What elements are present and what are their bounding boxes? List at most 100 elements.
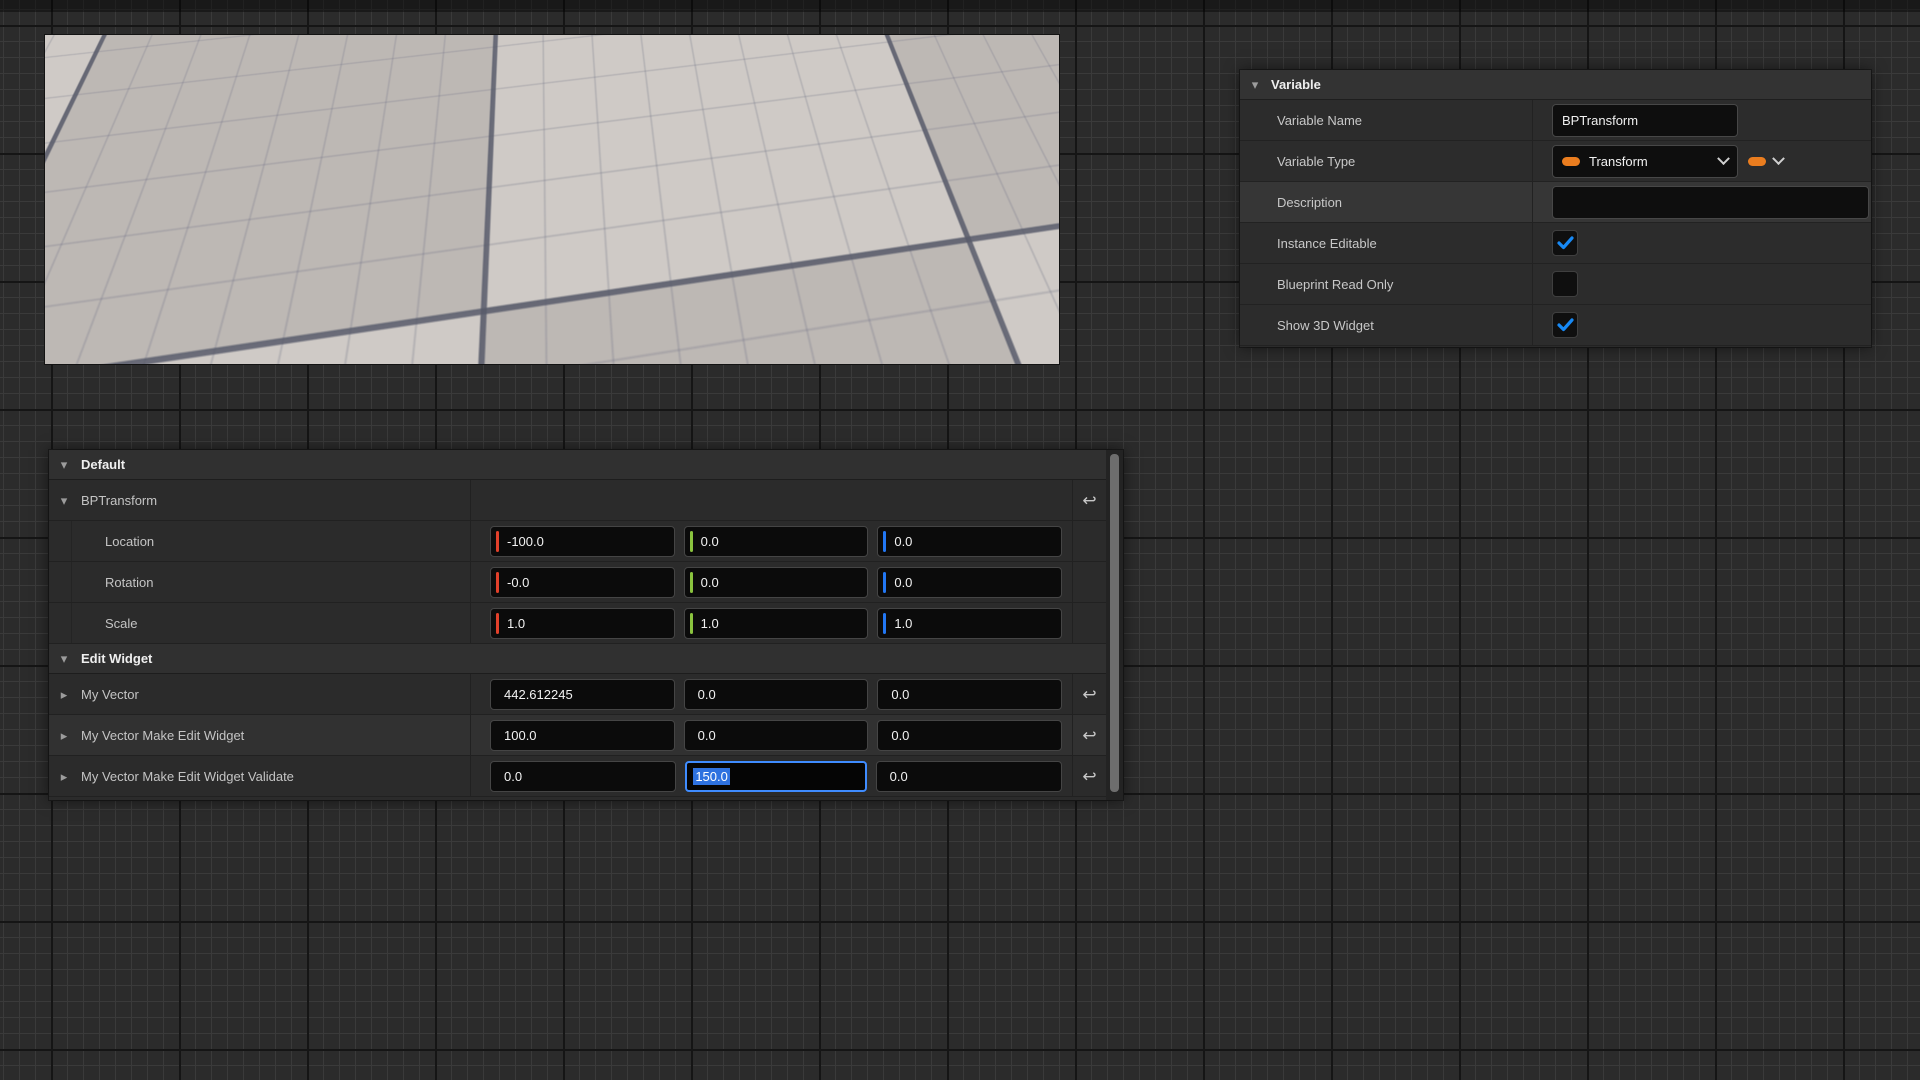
scale-row: Scale 1.0 1.0 1.0 [49,603,1106,644]
reset-bp-transform-button[interactable]: ↩ [1072,480,1106,520]
rotation-x-field[interactable]: -0.0 [490,567,675,598]
sprite-billboard[interactable] [392,88,553,220]
location-label: Location [49,521,471,561]
variable-name-row: Variable Name [1240,100,1871,141]
z-axis-accent [883,531,886,552]
my-vector-row: ▸ My Vector 442.612245 0.0 0.0 ↩ [49,674,1106,715]
container-type-dropdown[interactable] [1748,157,1783,166]
scale-z-field[interactable]: 1.0 [877,608,1062,639]
mvmewv-z-field[interactable]: 0.0 [876,761,1062,792]
details-scrollbar-thumb[interactable] [1110,454,1119,792]
my-vector-make-edit-widget-validate-row: ▸ My Vector Make Edit Widget Validate 0.… [49,756,1106,797]
rotation-z-field[interactable]: 0.0 [877,567,1062,598]
mvmew-x-field[interactable]: 100.0 [490,720,675,751]
description-input[interactable] [1552,186,1869,219]
x-axis-accent [496,613,499,634]
bp-transform-label: BPTransform [81,493,157,508]
variable-details-panel: ▾ Variable Variable Name Variable Type T… [1240,70,1871,347]
location-y-field[interactable]: 0.0 [684,526,869,557]
variable-type-dropdown[interactable]: Transform [1552,145,1738,178]
expand-arrow-icon[interactable]: ▸ [57,729,71,742]
z-axis-accent [883,572,886,593]
widget-label-exceed-max: Exceed max length:100 [566,293,691,307]
my-vector-label: My Vector [81,687,139,702]
container-type-pin-icon [1748,157,1766,166]
expand-arrow-icon[interactable]: ▸ [57,688,71,701]
show-3d-widget-label: Show 3D Widget [1240,305,1533,345]
widget-label-bptransform: BPTransform [138,168,208,182]
reset-location-cell [1072,521,1106,561]
mvmew-y-field[interactable]: 0.0 [684,720,869,751]
bp-transform-row: ▾ BPTransform ↩ [49,480,1106,521]
my-vector-y-field[interactable]: 0.0 [684,679,869,710]
blueprint-read-only-checkbox[interactable] [1552,271,1578,297]
reset-to-default-icon: ↩ [1082,768,1096,785]
instance-editable-checkbox[interactable] [1552,230,1578,256]
collapse-arrow-icon[interactable]: ▾ [57,458,71,471]
my-vector-make-edit-widget-label: My Vector Make Edit Widget [81,728,244,743]
reset-my-vector-button[interactable]: ↩ [1072,674,1106,714]
details-scrollbar-track[interactable] [1106,450,1123,800]
rotation-y-field[interactable]: 0.0 [684,567,869,598]
location-x-field[interactable]: -100.0 [490,526,675,557]
variable-section-title: Variable [1271,77,1321,92]
reset-my-vector-make-edit-widget-button[interactable]: ↩ [1072,715,1106,755]
y-axis-accent [690,572,693,593]
show-3d-widget-row: Show 3D Widget [1240,305,1871,346]
mvmew-z-field[interactable]: 0.0 [877,720,1062,751]
variable-type-row: Variable Type Transform [1240,141,1871,182]
my-vector-3d-widget[interactable] [716,114,771,184]
widget-label-myvector: MyVector_MakeEditWidget [748,152,892,166]
reset-to-default-icon: ↩ [1082,727,1096,744]
rotation-row: Rotation -0.0 0.0 0.0 [49,562,1106,603]
blueprint-read-only-label: Blueprint Read Only [1240,264,1533,304]
z-axis-accent [883,613,886,634]
3d-viewport[interactable]: BPTransform MyVector_MakeEditWidget Exce… [44,34,1060,365]
expand-arrow-icon[interactable]: ▸ [57,770,71,783]
location-z-field[interactable]: 0.0 [877,526,1062,557]
edit-widget-category-title: Edit Widget [81,651,152,666]
default-category-title: Default [81,457,125,472]
location-row: Location -100.0 0.0 0.0 [49,521,1106,562]
mvmewv-x-field[interactable]: 0.0 [490,761,676,792]
scale-y-field[interactable]: 1.0 [684,608,869,639]
chevron-down-icon [1717,152,1730,165]
bp-transform-3d-widget[interactable] [103,115,188,199]
transform-pin-icon [1562,157,1580,166]
viewport-overlay [45,35,1060,365]
my-vector-x-field[interactable]: 442.612245 [490,679,675,710]
description-label: Description [1240,182,1533,222]
variable-section-header[interactable]: ▾ Variable [1240,70,1871,100]
collapse-arrow-icon[interactable]: ▾ [57,494,71,507]
default-category-header[interactable]: ▾ Default [49,450,1106,480]
edit-widget-category-header[interactable]: ▾ Edit Widget [49,644,1106,674]
rotation-label: Rotation [49,562,471,602]
variable-name-label: Variable Name [1240,100,1533,140]
show-3d-widget-checkbox[interactable] [1552,312,1578,338]
variable-name-input[interactable] [1552,104,1738,137]
variable-type-label: Variable Type [1240,141,1533,181]
reset-to-default-icon: ↩ [1082,492,1096,509]
defaults-details-panel: ▾ Default ▾ BPTransform ↩ Location -100.… [49,450,1123,800]
x-axis-accent [496,531,499,552]
checkmark-icon [1557,318,1574,332]
mvmewv-y-field-editing[interactable]: 150.0 [685,761,866,792]
scale-label: Scale [49,603,471,643]
scale-x-field[interactable]: 1.0 [490,608,675,639]
variable-type-value: Transform [1589,154,1710,169]
blueprint-read-only-row: Blueprint Read Only [1240,264,1871,305]
y-axis-accent [690,531,693,552]
my-vector-make-edit-widget-validate-label: My Vector Make Edit Widget Validate [81,769,294,784]
checkmark-icon [1557,236,1574,250]
collapse-arrow-icon[interactable]: ▾ [57,652,71,665]
description-row: Description [1240,182,1871,223]
my-vector-z-field[interactable]: 0.0 [877,679,1062,710]
x-axis-accent [496,572,499,593]
collapse-arrow-icon[interactable]: ▾ [1248,78,1262,91]
graph-top-shade [0,0,1920,12]
reset-rotation-cell [1072,562,1106,602]
reset-scale-cell [1072,603,1106,643]
y-axis-accent [690,613,693,634]
chevron-down-icon [1772,152,1785,165]
reset-my-vector-make-edit-widget-validate-button[interactable]: ↩ [1072,756,1106,796]
